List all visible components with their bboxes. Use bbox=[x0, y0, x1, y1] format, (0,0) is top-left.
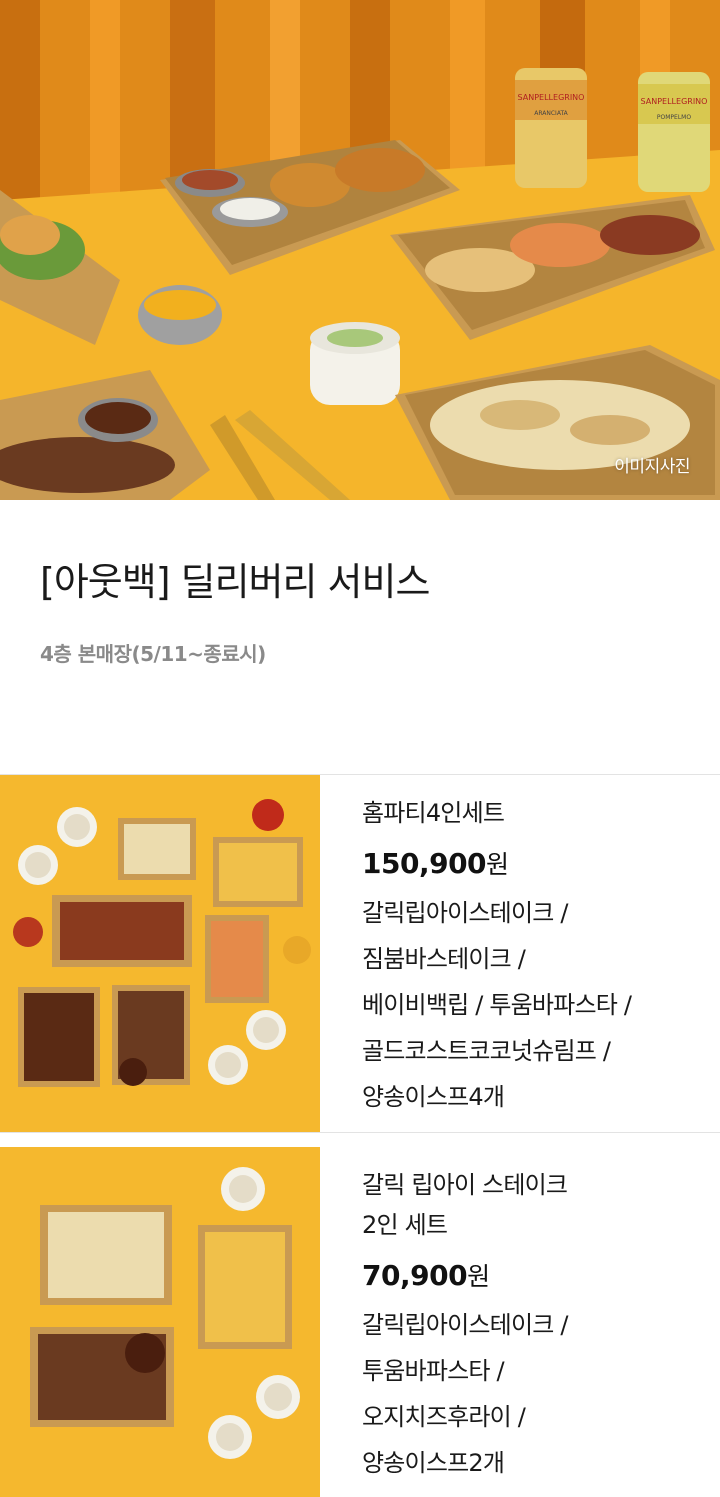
hero-image: SANPELLEGRINO ARANCIATA SANPELLEGRINO PO… bbox=[0, 0, 720, 500]
divider bbox=[0, 1132, 720, 1133]
description-line: 골드코스트코코넛슈림프 / bbox=[362, 1037, 611, 1065]
description-line: 갈릭립아이스테이크 / bbox=[362, 1311, 568, 1339]
food-set-illustration bbox=[0, 1147, 320, 1497]
description-line: 짐붐바스테이크 / bbox=[362, 945, 526, 973]
price-currency: 원 bbox=[467, 1262, 490, 1291]
price-currency: 원 bbox=[486, 850, 509, 879]
product-name[interactable]: 홈파티4인세트 bbox=[362, 793, 702, 833]
page-subtitle: 4층 본매장(5/11~종료시) bbox=[40, 641, 266, 666]
product-image[interactable] bbox=[0, 775, 320, 1132]
product-item[interactable]: 홈파티4인세트 150,900원 갈릭립아이스테이크 / 짐붐바스테이크 / 베… bbox=[0, 775, 720, 1132]
image-caption: 이미지사진 bbox=[614, 457, 690, 477]
product-info: 홈파티4인세트 150,900원 갈릭립아이스테이크 / 짐붐바스테이크 / 베… bbox=[362, 793, 702, 1120]
product-name-line: 홈파티4인세트 bbox=[362, 799, 505, 827]
product-description: 갈릭립아이스테이크 / 짐붐바스테이크 / 베이비백립 / 투움바파스타 / 골… bbox=[362, 890, 702, 1120]
price-value: 150,900 bbox=[362, 847, 487, 880]
can-flavor-label: ARANCIATA bbox=[534, 110, 568, 117]
description-line: 투움바파스타 / bbox=[362, 1357, 505, 1385]
description-line: 양송이스프2개 bbox=[362, 1449, 505, 1477]
can-brand-label-2: SANPELLEGRINO bbox=[641, 97, 708, 106]
product-name[interactable]: 갈릭 립아이 스테이크 2인 세트 bbox=[362, 1165, 702, 1245]
food-set-illustration bbox=[0, 775, 320, 1132]
can-brand-label: SANPELLEGRINO bbox=[518, 93, 585, 102]
product-name-line: 갈릭 립아이 스테이크 bbox=[362, 1171, 568, 1199]
page-title: [아웃백] 딜리버리 서비스 bbox=[40, 560, 430, 604]
product-item[interactable]: 갈릭 립아이 스테이크 2인 세트 70,900원 갈릭립아이스테이크 / 투움… bbox=[0, 1147, 720, 1497]
product-price: 70,900원 bbox=[362, 1255, 702, 1298]
description-line: 갈릭립아이스테이크 / bbox=[362, 899, 568, 927]
description-line: 오지치즈후라이 / bbox=[362, 1403, 526, 1431]
product-price: 150,900원 bbox=[362, 843, 702, 886]
can-flavor-label-2: POMPELMO bbox=[657, 114, 691, 121]
food-illustration: SANPELLEGRINO ARANCIATA SANPELLEGRINO PO… bbox=[0, 0, 720, 500]
description-line: 양송이스프4개 bbox=[362, 1083, 505, 1111]
page-header: [아웃백] 딜리버리 서비스 4층 본매장(5/11~종료시) bbox=[40, 560, 680, 667]
product-image[interactable] bbox=[0, 1147, 320, 1497]
description-line: 베이비백립 / 투움바파스타 / bbox=[362, 991, 632, 1019]
price-value: 70,900 bbox=[362, 1259, 468, 1292]
product-name-line: 2인 세트 bbox=[362, 1211, 448, 1239]
product-description: 갈릭립아이스테이크 / 투움바파스타 / 오지치즈후라이 / 양송이스프2개 bbox=[362, 1302, 702, 1486]
product-info: 갈릭 립아이 스테이크 2인 세트 70,900원 갈릭립아이스테이크 / 투움… bbox=[362, 1165, 702, 1486]
